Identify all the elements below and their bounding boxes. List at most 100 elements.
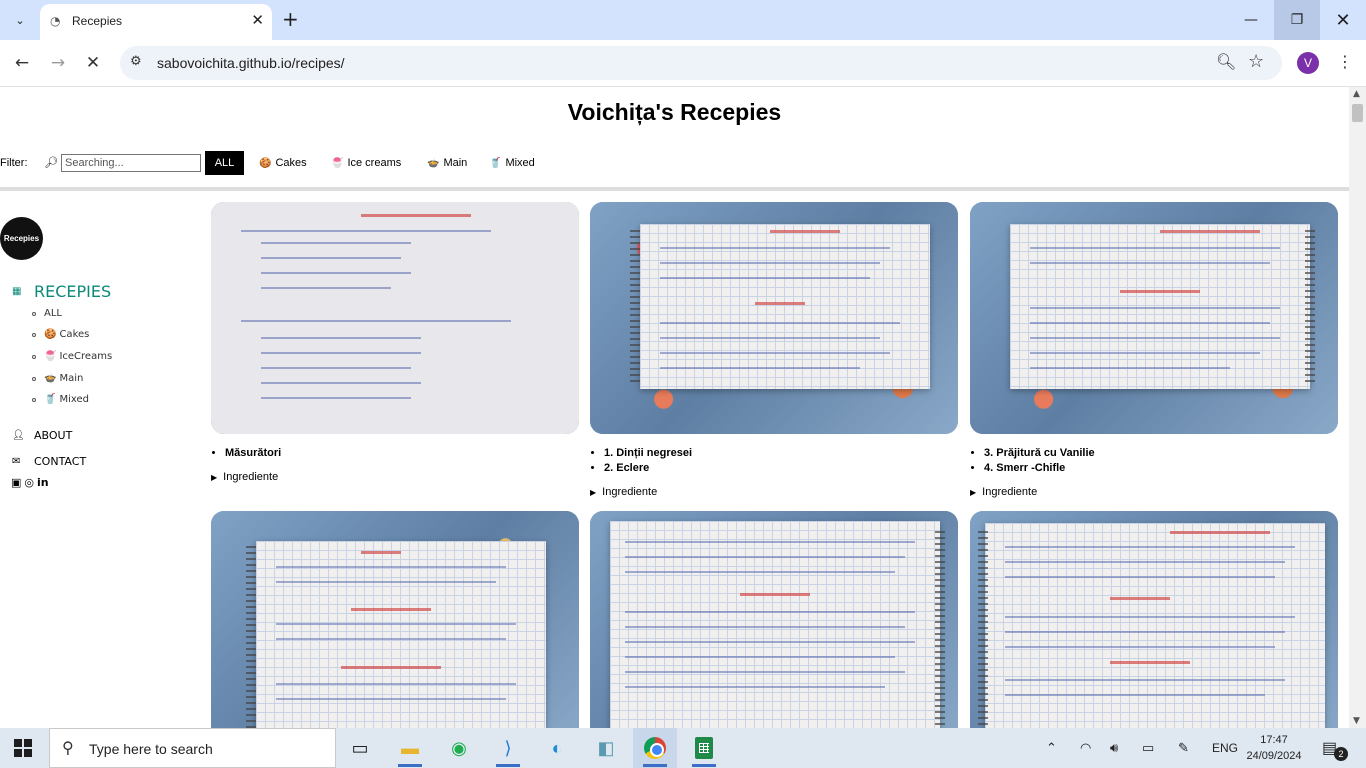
recipe-card: Măsurători ▶ Ingrediente [211, 202, 579, 483]
recipe-card [590, 511, 958, 728]
sidebar-subitem-mixed[interactable]: 🥤 Mixed [32, 394, 89, 405]
volume-icon[interactable]: 🔊︎ [1110, 728, 1118, 768]
window-restore-button[interactable]: ❐ [1274, 0, 1320, 40]
facebook-icon[interactable]: ▣ [11, 476, 21, 489]
network-icon[interactable]: ◠ [1080, 728, 1091, 768]
site-logo[interactable]: Recepies [0, 217, 43, 260]
chrome-icon[interactable] [633, 728, 677, 768]
forward-arrow-icon[interactable]: → [45, 50, 71, 76]
recipe-photo[interactable] [590, 511, 958, 728]
windows-start-icon[interactable] [14, 739, 32, 757]
disclosure-triangle-icon: ▶ [590, 487, 597, 497]
filter-cakes-button[interactable]: 🍪 Cakes [251, 151, 315, 175]
recipe-card [970, 511, 1338, 728]
filter-cakes-label: Cakes [275, 157, 307, 169]
windows-taskbar: ⚲ Type here to search ▭ ▬ ◉ ⟩ ◐ ◧ ⌃ ◠ 🔊︎… [0, 728, 1366, 768]
ingredients-label: Ingrediente [602, 486, 658, 498]
recipe-title: Măsurători [225, 446, 579, 461]
tray-chevron-up-icon[interactable]: ⌃ [1046, 728, 1057, 768]
recipe-photo[interactable] [211, 202, 579, 434]
filter-search-input[interactable] [61, 154, 201, 172]
window-close-button[interactable]: ✕ [1320, 0, 1366, 40]
recipe-photo[interactable] [970, 511, 1338, 728]
zoom-icon[interactable]: 🔍︎ [1216, 52, 1236, 71]
ingredients-disclosure[interactable]: ▶ Ingrediente [970, 486, 1338, 498]
edge-icon[interactable]: ◐ [535, 728, 579, 768]
mixed-icon: 🥤 [489, 157, 502, 169]
new-tab-plus-icon[interactable]: + [282, 7, 299, 31]
recipe-title: 2. Eclere [604, 461, 958, 476]
stop-loading-icon[interactable]: ✕ [80, 50, 106, 76]
ingredients-label: Ingrediente [982, 486, 1038, 498]
url-text[interactable]: sabovoichita.github.io/recipes/ [157, 55, 345, 71]
sidebar-subitem-all[interactable]: ALL [32, 308, 62, 319]
url-omnibox[interactable]: ⚙ sabovoichita.github.io/recipes/ 🔍︎ ☆ [120, 46, 1282, 80]
whatsapp-icon[interactable]: ◉ [437, 728, 481, 768]
tab-close-icon[interactable]: ✕ [251, 11, 264, 29]
scroll-thumb[interactable] [1352, 104, 1363, 122]
task-view-icon[interactable]: ▭ [338, 728, 382, 768]
recipe-photo[interactable] [211, 511, 579, 728]
page-scrollbar[interactable]: ▲ ▼ [1349, 87, 1366, 728]
filter-mixed-label: Mixed [505, 157, 535, 169]
filter-all-button[interactable]: ALL [205, 151, 244, 175]
page-title: Voichița's Recepies [567, 99, 782, 125]
profile-avatar[interactable]: V [1297, 52, 1319, 74]
bullet-icon [32, 376, 36, 381]
recipe-title: 1. Dinții negresei [604, 446, 958, 461]
sidebar-subitem-cakes[interactable]: 🍪 Cakes [32, 329, 89, 340]
bullet-icon [32, 397, 36, 402]
vscode-icon[interactable]: ⟩ [486, 728, 530, 768]
mixed-icon: 🥤 [44, 394, 57, 405]
clock-time: 17:47 [1260, 734, 1288, 746]
sidebar-sub-cakes-label: Cakes [59, 329, 90, 340]
notification-count-badge: 2 [1334, 747, 1348, 761]
recipe-card: 3. Prăjitură cu Vanilie 4. Smerr -Chifle… [970, 202, 1338, 498]
spreadsheet-app-icon[interactable] [682, 728, 726, 768]
scroll-up-arrow-icon[interactable]: ▲ [1353, 89, 1360, 99]
back-arrow-icon[interactable]: ← [9, 50, 35, 76]
ingredients-disclosure[interactable]: ▶ Ingrediente [211, 471, 579, 483]
sidebar-subitem-icecreams[interactable]: 🍧 IceCreams [32, 351, 112, 362]
taskbar-clock[interactable]: 17:47 24/09/2024 [1244, 732, 1304, 764]
ingredients-disclosure[interactable]: ▶ Ingrediente [590, 486, 958, 498]
disclosure-triangle-icon: ▶ [970, 487, 977, 497]
filter-main-button[interactable]: 🍲 Main [419, 151, 475, 175]
linkedin-icon[interactable]: in [37, 476, 49, 489]
browser-address-bar: ← → ✕ ⚙ sabovoichita.github.io/recipes/ … [0, 40, 1366, 87]
recipe-photo[interactable] [590, 202, 958, 434]
sidebar-item-about[interactable]: 👤︎ ABOUT [12, 429, 72, 442]
notes-app-icon[interactable]: ◧ [584, 728, 628, 768]
sidebar-item-contact[interactable]: ✉ CONTACT [12, 455, 86, 468]
filter-mixed-button[interactable]: 🥤 Mixed [481, 151, 543, 175]
header-separator [0, 187, 1349, 191]
sidebar-contact-label: CONTACT [34, 455, 87, 468]
window-minimize-button[interactable]: — [1228, 0, 1274, 40]
browser-tab[interactable]: ◔ Recepies ✕ [40, 4, 272, 40]
scroll-down-arrow-icon[interactable]: ▼ [1353, 716, 1360, 726]
sidebar-subitem-main[interactable]: 🍲 Main [32, 373, 83, 384]
battery-icon[interactable]: ▭ [1142, 728, 1154, 768]
ingredients-label: Ingrediente [223, 471, 279, 483]
site-info-icon[interactable]: ⚙ [130, 54, 142, 69]
search-icon: ⚲ [62, 740, 74, 757]
instagram-icon[interactable]: ◎ [24, 476, 34, 489]
language-indicator[interactable]: ENG [1212, 728, 1238, 768]
filter-icecreams-button[interactable]: 🍧 Ice creams [323, 151, 409, 175]
filter-main-label: Main [443, 157, 468, 169]
sidebar-item-recepies[interactable]: ▦ RECEPIES [12, 282, 111, 301]
recipe-title: 3. Prăjitură cu Vanilie [984, 446, 1338, 461]
pen-icon[interactable]: ✎ [1178, 728, 1189, 768]
bookmark-star-icon[interactable]: ☆ [1248, 51, 1264, 72]
recipe-photo[interactable] [970, 202, 1338, 434]
taskbar-search-box[interactable]: ⚲ Type here to search [49, 728, 336, 768]
tab-search-chevron-icon[interactable]: ⌄ [8, 8, 32, 32]
bullet-icon [32, 311, 36, 316]
recipe-title-list: 3. Prăjitură cu Vanilie 4. Smerr -Chifle [984, 446, 1338, 476]
browser-menu-icon[interactable]: ⋮ [1337, 52, 1353, 71]
sheets-logo [695, 737, 713, 759]
recipe-title: 4. Smerr -Chifle [984, 461, 1338, 476]
grid-icon: ▦ [12, 286, 22, 297]
filter-ice-label: Ice creams [347, 157, 402, 169]
file-explorer-icon[interactable]: ▬ [388, 728, 432, 768]
